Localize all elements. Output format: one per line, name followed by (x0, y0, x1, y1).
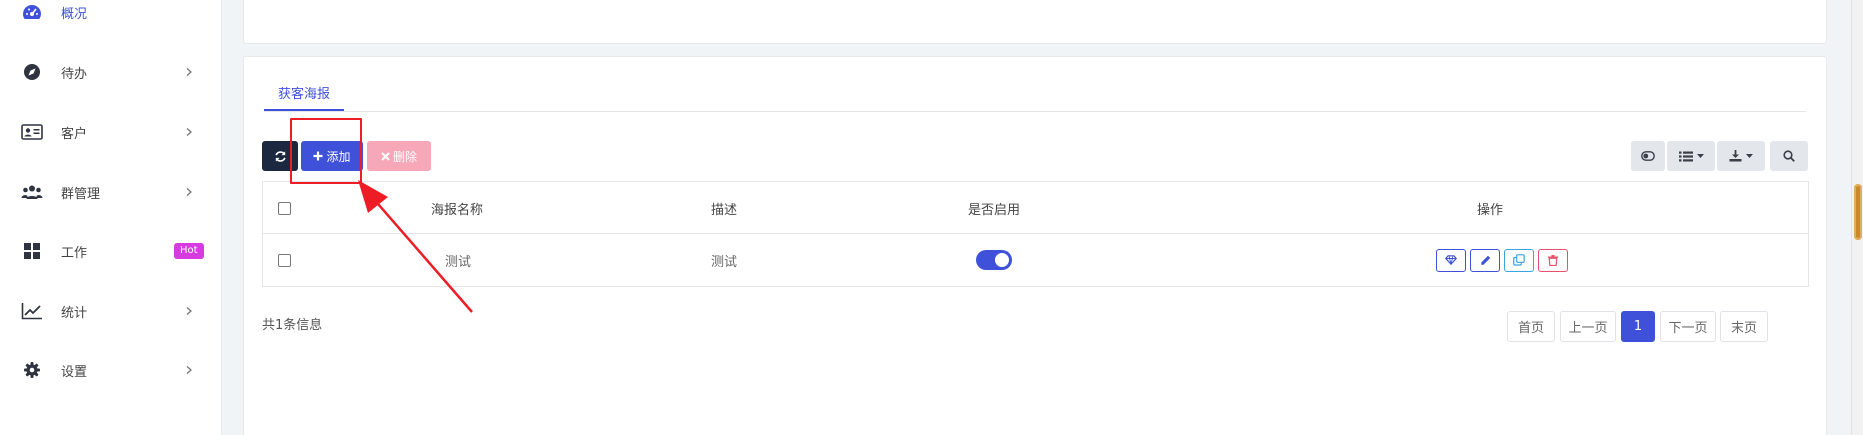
dashboard-icon (21, 2, 43, 22)
search-icon (1783, 150, 1795, 162)
sidebar-item-label: 客户 (61, 126, 88, 142)
page-next-button[interactable]: 下一页 (1660, 311, 1716, 342)
page-last-button[interactable]: 末页 (1720, 311, 1768, 342)
sidebar-item-overview[interactable]: 概况 (0, 0, 222, 32)
edit-button[interactable] (1470, 248, 1500, 272)
delete-button-label: 删除 (392, 149, 417, 164)
sidebar-item-label: 工作 (61, 245, 88, 261)
gear-icon (21, 360, 43, 380)
id-card-icon (21, 122, 43, 142)
select-all-checkbox[interactable] (278, 201, 291, 215)
column-header-name: 海报名称 (431, 202, 484, 218)
download-icon (1729, 150, 1742, 162)
page-first-button[interactable]: 首页 (1507, 311, 1555, 342)
hot-badge: Hot (174, 243, 204, 259)
poster-table: 海报名称 描述 是否启用 操作 测试 测试 (262, 181, 1809, 287)
trash-icon (1548, 254, 1558, 266)
chevron-right-icon (186, 188, 192, 196)
row-actions (1436, 234, 1572, 286)
chevron-right-icon (186, 307, 192, 315)
scrollbar-thumb[interactable] (1854, 184, 1862, 240)
copy-icon (1513, 254, 1525, 266)
grid-icon (21, 241, 43, 261)
caret-down-icon (1696, 154, 1704, 158)
sidebar-item-label: 群管理 (61, 186, 101, 202)
column-header-description: 描述 (711, 202, 738, 218)
sidebar-item-work[interactable]: 工作 Hot (0, 231, 222, 271)
select-all-cell (278, 182, 291, 234)
chevron-right-icon (186, 128, 192, 136)
column-header-enabled: 是否启用 (968, 202, 1021, 218)
copy-button[interactable] (1504, 248, 1534, 272)
tab-divider (264, 111, 1806, 112)
refresh-icon (274, 150, 286, 162)
table-row: 测试 测试 (263, 234, 1808, 286)
row-description: 测试 (711, 254, 738, 270)
sidebar-item-label: 概况 (61, 6, 88, 22)
sidebar-item-stats[interactable]: 统计 (0, 291, 222, 331)
caret-down-icon (1746, 154, 1753, 158)
pencil-icon (1480, 255, 1490, 265)
add-button-label: 添加 (326, 149, 351, 164)
column-header-actions: 操作 (1477, 202, 1504, 218)
diamond-icon (1445, 255, 1457, 265)
sidebar-item-groups[interactable]: 群管理 (0, 172, 222, 212)
toggle-view-button[interactable] (1631, 141, 1665, 171)
search-button[interactable] (1770, 141, 1808, 171)
add-button[interactable]: 添加 (301, 141, 363, 171)
sidebar-item-todo[interactable]: 待办 (0, 52, 222, 92)
poster-panel: 获客海报 添加 删除 海报名称 描述 是否启用 操作 测试 测试 共1条信息 首… (243, 56, 1827, 435)
chevron-right-icon (186, 68, 192, 76)
users-icon (21, 182, 43, 202)
toggle-icon (1641, 151, 1655, 161)
enabled-toggle[interactable] (976, 250, 1012, 270)
export-dropdown-button[interactable] (1717, 141, 1765, 171)
sidebar: 概况 待办 客户 群管理 工作 Hot 统计 设置 (0, 0, 222, 435)
plus-icon (313, 151, 323, 161)
close-icon (381, 151, 390, 161)
page-scrollbar[interactable] (1851, 0, 1863, 435)
refresh-button[interactable] (262, 141, 298, 171)
row-checkbox[interactable] (278, 253, 291, 267)
diamond-action-button[interactable] (1436, 248, 1466, 272)
table-header: 海报名称 描述 是否启用 操作 (263, 182, 1808, 234)
total-count: 共1条信息 (262, 318, 323, 333)
delete-row-button[interactable] (1538, 248, 1568, 272)
sidebar-item-settings[interactable]: 设置 (0, 350, 222, 390)
sidebar-item-label: 统计 (61, 305, 88, 321)
delete-button[interactable]: 删除 (367, 141, 431, 171)
row-select-cell (278, 234, 291, 286)
columns-dropdown-button[interactable] (1667, 141, 1715, 171)
list-icon (1678, 151, 1693, 161)
sidebar-item-label: 设置 (61, 364, 88, 380)
line-chart-icon (21, 301, 43, 321)
row-name: 测试 (445, 254, 472, 270)
tab-lead-poster[interactable]: 获客海报 (264, 75, 345, 111)
chevron-right-icon (186, 366, 192, 374)
page-current-button[interactable]: 1 (1621, 311, 1655, 342)
row-enabled-cell (976, 234, 1012, 286)
sidebar-item-customers[interactable]: 客户 (0, 112, 222, 152)
sidebar-item-label: 待办 (61, 66, 88, 82)
top-panel (243, 0, 1827, 44)
compass-icon (21, 62, 43, 82)
page-prev-button[interactable]: 上一页 (1560, 311, 1616, 342)
